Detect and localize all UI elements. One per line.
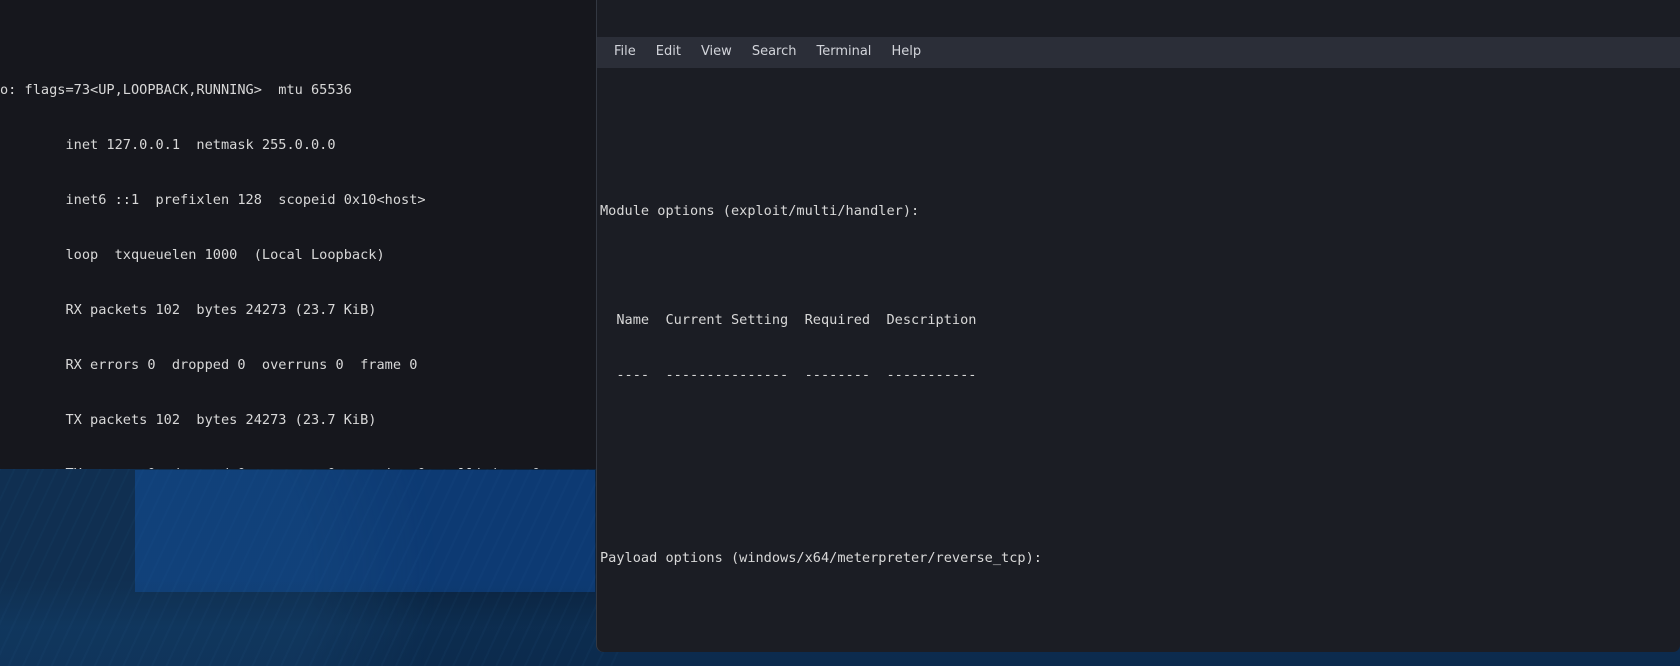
menu-item-terminal[interactable]: Terminal: [806, 40, 881, 64]
menu-item-view[interactable]: View: [691, 40, 742, 64]
payload-options-heading: Payload options (windows/x64/meterpreter…: [600, 550, 1042, 567]
spacer-line: [600, 421, 1680, 439]
spacer-line: [600, 147, 1680, 165]
output-line: RX packets 102 bytes 24273 (23.7 KiB): [0, 301, 377, 318]
module-options-table-header: Name Current Setting Required Descriptio…: [600, 312, 977, 329]
output-line: o: flags=73<UP,LOOPBACK,RUNNING> mtu 655…: [0, 82, 352, 99]
menu-item-search[interactable]: Search: [742, 40, 807, 64]
metasploit-terminal-output: Module options (exploit/multi/handler): …: [597, 104, 1680, 652]
module-options-table-rule: ---- --------------- -------- ----------…: [600, 367, 977, 384]
menu-item-edit[interactable]: Edit: [646, 40, 691, 64]
output-line: RX errors 0 dropped 0 overruns 0 frame 0: [0, 356, 418, 373]
output-line: loop txqueuelen 1000 (Local Loopback): [0, 246, 385, 263]
output-line: TX errors 0 dropped 0 overruns 0 carrier…: [0, 465, 597, 469]
output-line: inet6 ::1 prefixlen 128 scopeid 0x10<hos…: [0, 191, 426, 208]
menu-bar: File Edit View Search Terminal Help: [597, 36, 1680, 68]
menu-item-help[interactable]: Help: [881, 40, 931, 64]
output-line: inet 127.0.0.1 netmask 255.0.0.0: [0, 137, 336, 154]
module-options-heading: Module options (exploit/multi/handler):: [600, 202, 920, 219]
spacer-line: [600, 257, 1680, 275]
spacer-line: [600, 476, 1680, 494]
left-terminal-window[interactable]: o: flags=73<UP,LOOPBACK,RUNNING> mtu 655…: [0, 0, 599, 469]
left-terminal-output: o: flags=73<UP,LOOPBACK,RUNNING> mtu 655…: [0, 37, 597, 469]
spacer-line: [600, 604, 1680, 622]
wallpaper-accent-panel: [135, 470, 595, 592]
metasploit-terminal-window[interactable]: File Edit View Search Terminal Help Modu…: [597, 0, 1680, 652]
output-line: TX packets 102 bytes 24273 (23.7 KiB): [0, 411, 377, 428]
menu-item-file[interactable]: File: [604, 40, 646, 64]
